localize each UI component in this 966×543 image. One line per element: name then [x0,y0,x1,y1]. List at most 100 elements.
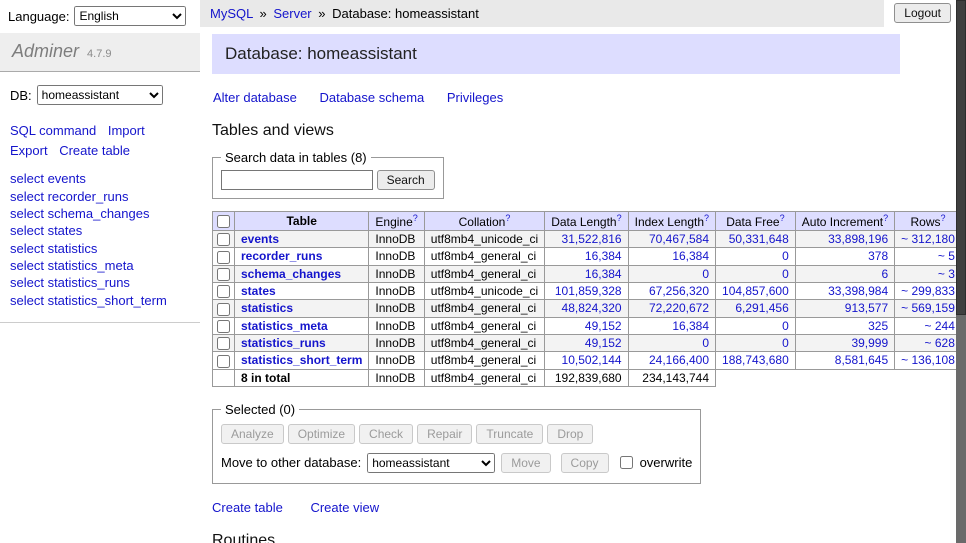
sidebar-table-link[interactable]: select events [10,171,86,186]
row-checkbox[interactable] [217,303,230,316]
select-all-checkbox[interactable] [217,215,230,228]
auto-increment-link[interactable]: 33,898,196 [828,232,888,246]
rows-link[interactable]: ~ 244 [925,319,955,333]
auto-increment-link[interactable]: 913,577 [845,301,888,315]
scrollbar-thumb[interactable] [956,0,966,315]
drop-button[interactable]: Drop [547,424,593,444]
move-button[interactable]: Move [501,453,550,473]
auto-increment-link[interactable]: 39,999 [851,336,888,350]
data-free-link[interactable]: 104,857,600 [722,284,789,298]
scrollbar[interactable] [956,0,966,543]
sidebar-table-link[interactable]: select schema_changes [10,206,149,221]
table-name-link[interactable]: statistics [241,301,293,315]
adminer-brand-link[interactable]: Adminer [12,41,79,61]
database-schema-link[interactable]: Database schema [319,90,424,105]
table-name-link[interactable]: statistics_runs [241,336,326,350]
data-length-link[interactable]: 48,824,320 [562,301,622,315]
create-view-link[interactable]: Create view [310,500,379,515]
row-checkbox[interactable] [217,337,230,350]
sidebar-table-link[interactable]: select statistics_meta [10,258,134,273]
row-checkbox[interactable] [217,320,230,333]
row-checkbox[interactable] [217,233,230,246]
index-length-link[interactable]: 16,384 [672,249,709,263]
data-length-link[interactable]: 16,384 [585,249,622,263]
row-checkbox[interactable] [217,268,230,281]
alter-database-link[interactable]: Alter database [213,90,297,105]
table-name-link[interactable]: statistics_short_term [241,353,362,367]
row-checkbox[interactable] [217,251,230,264]
breadcrumb-mysql-link[interactable]: MySQL [210,6,253,21]
create-table-link[interactable]: Create table [212,500,283,515]
index-length-link[interactable]: 0 [702,336,709,350]
rows-link[interactable]: ~ 628 [925,336,955,350]
move-db-select[interactable]: homeassistant [367,453,495,473]
data-length-link[interactable]: 49,152 [585,319,622,333]
auto-increment-link[interactable]: 6 [881,267,888,281]
data-length-link[interactable]: 49,152 [585,336,622,350]
privileges-link[interactable]: Privileges [447,90,503,105]
import-link[interactable]: Import [108,123,145,138]
help-link[interactable]: ? [941,213,946,223]
export-link[interactable]: Export [10,143,48,158]
data-free-link[interactable]: 50,331,648 [729,232,789,246]
data-length-link[interactable]: 31,522,816 [562,232,622,246]
rows-link[interactable]: ~ 299,833 [901,284,955,298]
sidebar-table-link[interactable]: select states [10,223,82,238]
db-select[interactable]: homeassistant [37,85,163,105]
index-length-link[interactable]: 0 [702,267,709,281]
data-free-link[interactable]: 6,291,456 [735,301,788,315]
table-name-link[interactable]: schema_changes [241,267,341,281]
index-length-link[interactable]: 72,220,672 [649,301,709,315]
sidebar-table-link[interactable]: select statistics_short_term [10,293,167,308]
table-name-link[interactable]: recorder_runs [241,249,322,263]
search-input[interactable] [221,170,373,190]
index-length-link[interactable]: 24,166,400 [649,353,709,367]
table-name-link[interactable]: statistics_meta [241,319,328,333]
table-name-link[interactable]: states [241,284,276,298]
row-checkbox[interactable] [217,355,230,368]
repair-button[interactable]: Repair [417,424,472,444]
help-link[interactable]: ? [617,213,622,223]
sidebar-table-link[interactable]: select statistics [10,241,97,256]
index-length-link[interactable]: 67,256,320 [649,284,709,298]
data-length-link[interactable]: 16,384 [585,267,622,281]
check-button[interactable]: Check [359,424,413,444]
help-link[interactable]: ? [505,213,510,223]
data-length-link[interactable]: 10,502,144 [562,353,622,367]
help-link[interactable]: ? [883,213,888,223]
logout-button[interactable]: Logout [894,3,951,23]
help-link[interactable]: ? [413,213,418,223]
auto-increment-link[interactable]: 325 [868,319,888,333]
help-link[interactable]: ? [780,213,785,223]
optimize-button[interactable]: Optimize [288,424,355,444]
sidebar-table-link[interactable]: select recorder_runs [10,189,129,204]
rows-link[interactable]: ~ 312,180 [901,232,955,246]
language-select[interactable]: English [74,6,186,26]
analyze-button[interactable]: Analyze [221,424,284,444]
breadcrumb-server-link[interactable]: Server [273,6,311,21]
auto-increment-link[interactable]: 33,398,984 [828,284,888,298]
index-length-link[interactable]: 70,467,584 [649,232,709,246]
overwrite-checkbox[interactable] [620,456,633,469]
data-free-link[interactable]: 0 [782,267,789,281]
rows-link[interactable]: ~ 3 [938,267,955,281]
data-free-link[interactable]: 0 [782,249,789,263]
auto-increment-link[interactable]: 8,581,645 [835,353,888,367]
table-name-link[interactable]: events [241,232,279,246]
rows-link[interactable]: ~ 569,159 [901,301,955,315]
auto-increment-link[interactable]: 378 [868,249,888,263]
sidebar-create-table-link[interactable]: Create table [59,143,130,158]
data-free-link[interactable]: 0 [782,336,789,350]
data-length-link[interactable]: 101,859,328 [555,284,622,298]
data-free-link[interactable]: 0 [782,319,789,333]
index-length-link[interactable]: 16,384 [672,319,709,333]
help-link[interactable]: ? [704,213,709,223]
data-free-link[interactable]: 188,743,680 [722,353,789,367]
truncate-button[interactable]: Truncate [476,424,543,444]
sql-command-link[interactable]: SQL command [10,123,96,138]
rows-link[interactable]: ~ 5 [938,249,955,263]
copy-button[interactable]: Copy [561,453,609,473]
rows-link[interactable]: ~ 136,108 [901,353,955,367]
row-checkbox[interactable] [217,285,230,298]
search-button[interactable]: Search [377,170,435,190]
